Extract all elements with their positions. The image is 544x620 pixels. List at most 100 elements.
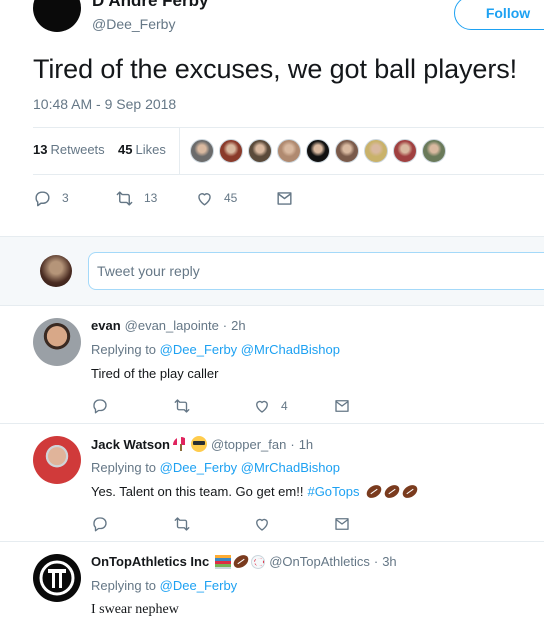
tweet-actions: 3 13 45 <box>33 186 333 210</box>
reply-avatar[interactable] <box>33 436 81 484</box>
author-emojis <box>173 436 207 452</box>
reply-time[interactable]: 1h <box>299 437 313 452</box>
reply-author-handle[interactable]: @OnTopAthletics <box>269 554 370 569</box>
reply-header: OnTopAthletics Inc @OnTopAthletics · 3h <box>91 552 397 571</box>
retweet-action[interactable] <box>173 396 191 416</box>
football-icon <box>381 482 402 501</box>
heart-icon <box>256 400 268 413</box>
reply-tweet[interactable]: Jack Watson @topper_fan · 1h Replying to… <box>0 424 544 542</box>
reply-time[interactable]: 3h <box>382 554 396 569</box>
retweets-label: Retweets <box>50 142 105 157</box>
reply-mentions[interactable]: @Dee_Ferby @MrChadBishop <box>160 460 340 475</box>
direct-message-action[interactable] <box>333 396 351 416</box>
separator-dot: · <box>222 318 228 333</box>
reply-author-name[interactable]: OnTopAthletics Inc <box>91 554 209 569</box>
stats-divider <box>179 128 180 174</box>
liker-avatar[interactable] <box>393 139 417 163</box>
reply-actions: 4 <box>91 396 391 416</box>
liker-avatar[interactable] <box>248 139 272 163</box>
liker-avatar[interactable] <box>422 139 446 163</box>
beach-umbrella-icon <box>173 437 189 451</box>
replying-to: Replying to @Dee_Ferby <box>91 578 237 593</box>
replying-to: Replying to @Dee_Ferby @MrChadBishop <box>91 460 340 475</box>
envelope-icon <box>277 191 292 205</box>
separator-dot: · <box>373 554 379 569</box>
likes-label: Likes <box>135 142 166 157</box>
divider <box>33 174 544 175</box>
replying-prefix: Replying to <box>91 460 157 475</box>
heart-icon <box>256 518 268 531</box>
heart-icon <box>198 192 211 206</box>
reply-icon <box>35 190 50 206</box>
reply-icon <box>93 517 107 532</box>
reply-avatar[interactable] <box>33 554 81 602</box>
direct-message-action[interactable] <box>275 186 294 210</box>
tweet-text: Tired of the excuses, we got ball player… <box>33 54 518 84</box>
hashtag-link[interactable]: #GoTops <box>307 484 359 499</box>
separator-dot: · <box>290 436 295 452</box>
replying-prefix: Replying to <box>91 342 157 357</box>
retweets-count: 13 <box>33 142 48 157</box>
reply-icon <box>93 399 107 414</box>
like-count: 4 <box>281 399 288 413</box>
reply-author-name[interactable]: Jack Watson <box>91 437 170 452</box>
retweet-count: 13 <box>144 191 158 205</box>
author-name[interactable]: D'Andre Ferby <box>92 0 208 11</box>
like-count: 45 <box>224 191 238 205</box>
replying-prefix: Replying to <box>91 578 157 593</box>
reply-tweet[interactable]: evan @evan_lapointe · 2h Replying to @De… <box>0 306 544 424</box>
tweet-header: D'Andre Ferby @Dee_Ferby Follow <box>0 0 544 45</box>
direct-message-action[interactable] <box>333 514 351 534</box>
retweet-action[interactable]: 13 <box>115 186 157 210</box>
retweet-icon <box>174 517 190 531</box>
follow-button[interactable]: Follow <box>454 0 544 30</box>
reply-action[interactable] <box>91 514 109 534</box>
reply-action[interactable] <box>91 396 109 416</box>
retweet-action[interactable] <box>173 514 191 534</box>
sunglasses-face-icon <box>191 436 207 452</box>
author-emojis <box>212 552 266 571</box>
like-action[interactable]: 45 <box>195 186 237 210</box>
reply-count: 3 <box>62 191 69 205</box>
reply-tweet[interactable]: OnTopAthletics Inc @OnTopAthletics · 3h … <box>0 542 544 620</box>
replying-to: Replying to @Dee_Ferby @MrChadBishop <box>91 342 340 357</box>
baseball-icon <box>251 554 266 569</box>
football-icon <box>231 552 251 571</box>
like-action[interactable] <box>253 514 271 534</box>
reply-header: Jack Watson @topper_fan · 1h <box>91 436 313 452</box>
reply-text-row: Yes. Talent on this team. Go get em!! #G… <box>91 482 420 501</box>
envelope-icon <box>335 400 349 412</box>
reply-text: I swear nephew <box>91 602 179 617</box>
likes-count: 45 <box>118 142 133 157</box>
reply-mentions[interactable]: @Dee_Ferby <box>160 578 238 593</box>
retweets-stat[interactable]: 13 Retweets <box>33 142 105 157</box>
football-icon <box>363 482 384 501</box>
tweet-timestamp[interactable]: 10:48 AM - 9 Sep 2018 <box>33 96 176 112</box>
liker-avatar[interactable] <box>306 139 330 163</box>
reply-author-handle[interactable]: @topper_fan <box>211 437 286 452</box>
like-action[interactable]: 4 <box>253 396 288 416</box>
liker-avatar[interactable] <box>364 139 388 163</box>
reply-author-name[interactable]: evan <box>91 318 121 333</box>
liker-avatar[interactable] <box>190 139 214 163</box>
liker-avatar[interactable] <box>335 139 359 163</box>
reply-text: Tired of the play caller <box>91 366 219 381</box>
reply-input[interactable]: Tweet your reply <box>88 252 544 290</box>
current-user-avatar <box>40 255 72 287</box>
books-icon <box>215 554 232 569</box>
reply-text: Yes. Talent on this team. Go get em!! <box>91 484 304 499</box>
tweet-stats: 13 Retweets 45 Likes <box>33 128 544 174</box>
reply-author-handle[interactable]: @evan_lapointe <box>125 318 219 333</box>
author-handle[interactable]: @Dee_Ferby <box>92 16 175 32</box>
liker-avatar[interactable] <box>219 139 243 163</box>
retweet-icon <box>174 399 190 413</box>
reply-time[interactable]: 2h <box>231 318 245 333</box>
liker-avatar[interactable] <box>277 139 301 163</box>
reply-header: evan @evan_lapointe · 2h <box>91 318 246 333</box>
author-avatar[interactable] <box>33 0 81 32</box>
reply-avatar[interactable] <box>33 318 81 366</box>
ontop-logo <box>39 560 75 596</box>
likes-stat[interactable]: 45 Likes <box>118 142 166 157</box>
reply-mentions[interactable]: @Dee_Ferby @MrChadBishop <box>160 342 340 357</box>
reply-action[interactable]: 3 <box>33 186 69 210</box>
